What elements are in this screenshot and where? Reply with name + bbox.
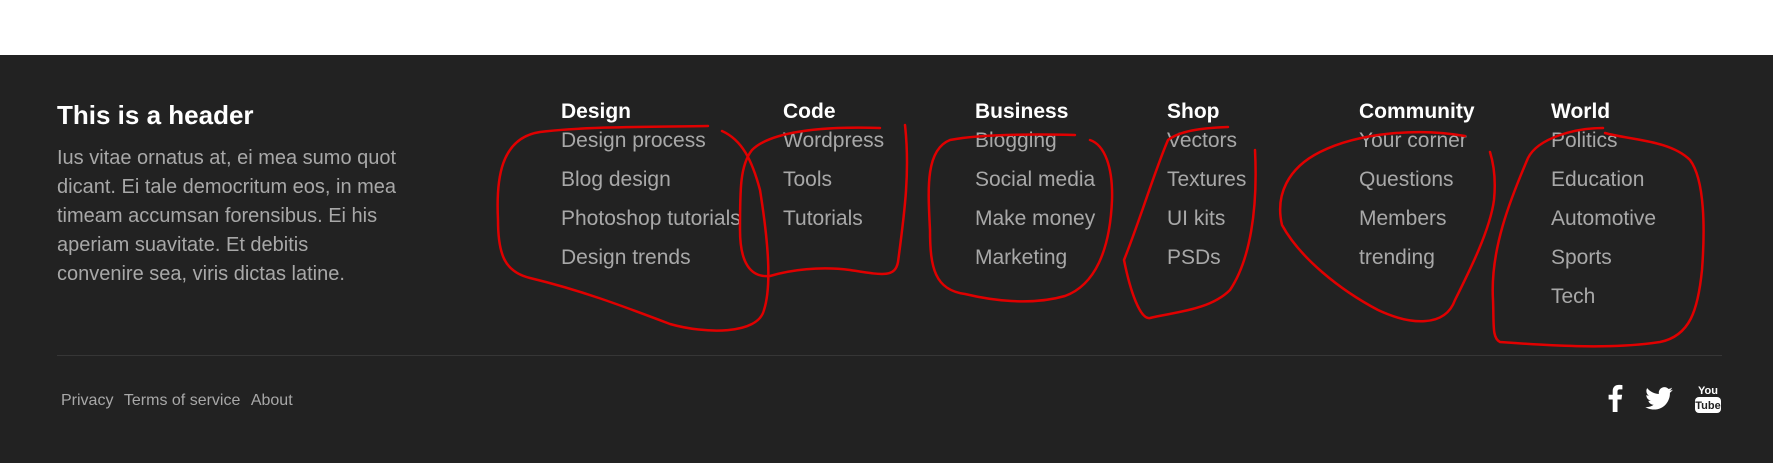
footer-link[interactable]: Wordpress xyxy=(783,129,884,153)
about-link[interactable]: About xyxy=(251,392,293,409)
page-top-blank xyxy=(0,0,1773,55)
footer-link[interactable]: Questions xyxy=(1359,168,1475,192)
footer-column-business: Business Blogging Social media Make mone… xyxy=(975,100,1095,270)
footer-link[interactable]: Blogging xyxy=(975,129,1095,153)
site-footer: This is a header Ius vitae ornatus at, e… xyxy=(0,55,1773,463)
twitter-icon[interactable] xyxy=(1645,386,1673,415)
footer-column-shop: Shop Vectors Textures UI kits PSDs xyxy=(1167,100,1246,270)
footer-link[interactable]: Tutorials xyxy=(783,207,884,231)
footer-link[interactable]: Politics xyxy=(1551,129,1656,153)
column-title: Business xyxy=(975,100,1069,123)
column-title: Community xyxy=(1359,100,1475,123)
social-links: You Tube xyxy=(1607,383,1721,418)
youtube-logo-tube: Tube xyxy=(1695,400,1720,412)
footer-link[interactable]: trending xyxy=(1359,246,1475,270)
footer-link[interactable]: Automotive xyxy=(1551,207,1656,231)
facebook-icon[interactable] xyxy=(1607,384,1623,417)
footer-column-code: Code Wordpress Tools Tutorials xyxy=(783,100,884,231)
footer-link[interactable]: Design trends xyxy=(561,246,741,270)
footer-link[interactable]: Photoshop tutorials xyxy=(561,207,741,231)
footer-link[interactable]: Design process xyxy=(561,129,741,153)
footer-link[interactable]: Education xyxy=(1551,168,1656,192)
footer-link[interactable]: Your corner xyxy=(1359,129,1475,153)
footer-header: This is a header xyxy=(57,100,254,130)
footer-link[interactable]: Members xyxy=(1359,207,1475,231)
youtube-icon[interactable]: You Tube xyxy=(1695,383,1721,418)
column-title: Shop xyxy=(1167,100,1220,123)
footer-link[interactable]: Social media xyxy=(975,168,1095,192)
youtube-logo-you: You xyxy=(1698,385,1718,397)
footer-description: Ius vitae ornatus at, ei mea sumo quot d… xyxy=(57,147,397,285)
footer-link[interactable]: Make money xyxy=(975,207,1095,231)
footer-column-community: Community Your corner Questions Members … xyxy=(1359,100,1475,270)
column-title: Code xyxy=(783,100,836,123)
footer-link[interactable]: Sports xyxy=(1551,246,1656,270)
footer-brand: This is a header Ius vitae ornatus at, e… xyxy=(57,100,397,289)
terms-of-service-link[interactable]: Terms of service xyxy=(124,392,240,409)
footer-link[interactable]: PSDs xyxy=(1167,246,1246,270)
footer-link[interactable]: Blog design xyxy=(561,168,741,192)
footer-link[interactable]: Marketing xyxy=(975,246,1095,270)
footer-link[interactable]: Textures xyxy=(1167,168,1246,192)
footer-link[interactable]: Tech xyxy=(1551,285,1656,309)
footer-column-design: Design Design process Blog design Photos… xyxy=(561,100,741,270)
column-title: World xyxy=(1551,100,1611,123)
footer-divider xyxy=(57,355,1722,356)
column-title: Design xyxy=(561,100,632,123)
footer-link[interactable]: Tools xyxy=(783,168,884,192)
legal-links: Privacy Terms of service About xyxy=(61,392,299,410)
footer-column-world: World Politics Education Automotive Spor… xyxy=(1551,100,1656,309)
privacy-link[interactable]: Privacy xyxy=(61,392,113,409)
footer-link[interactable]: UI kits xyxy=(1167,207,1246,231)
footer-link[interactable]: Vectors xyxy=(1167,129,1246,153)
